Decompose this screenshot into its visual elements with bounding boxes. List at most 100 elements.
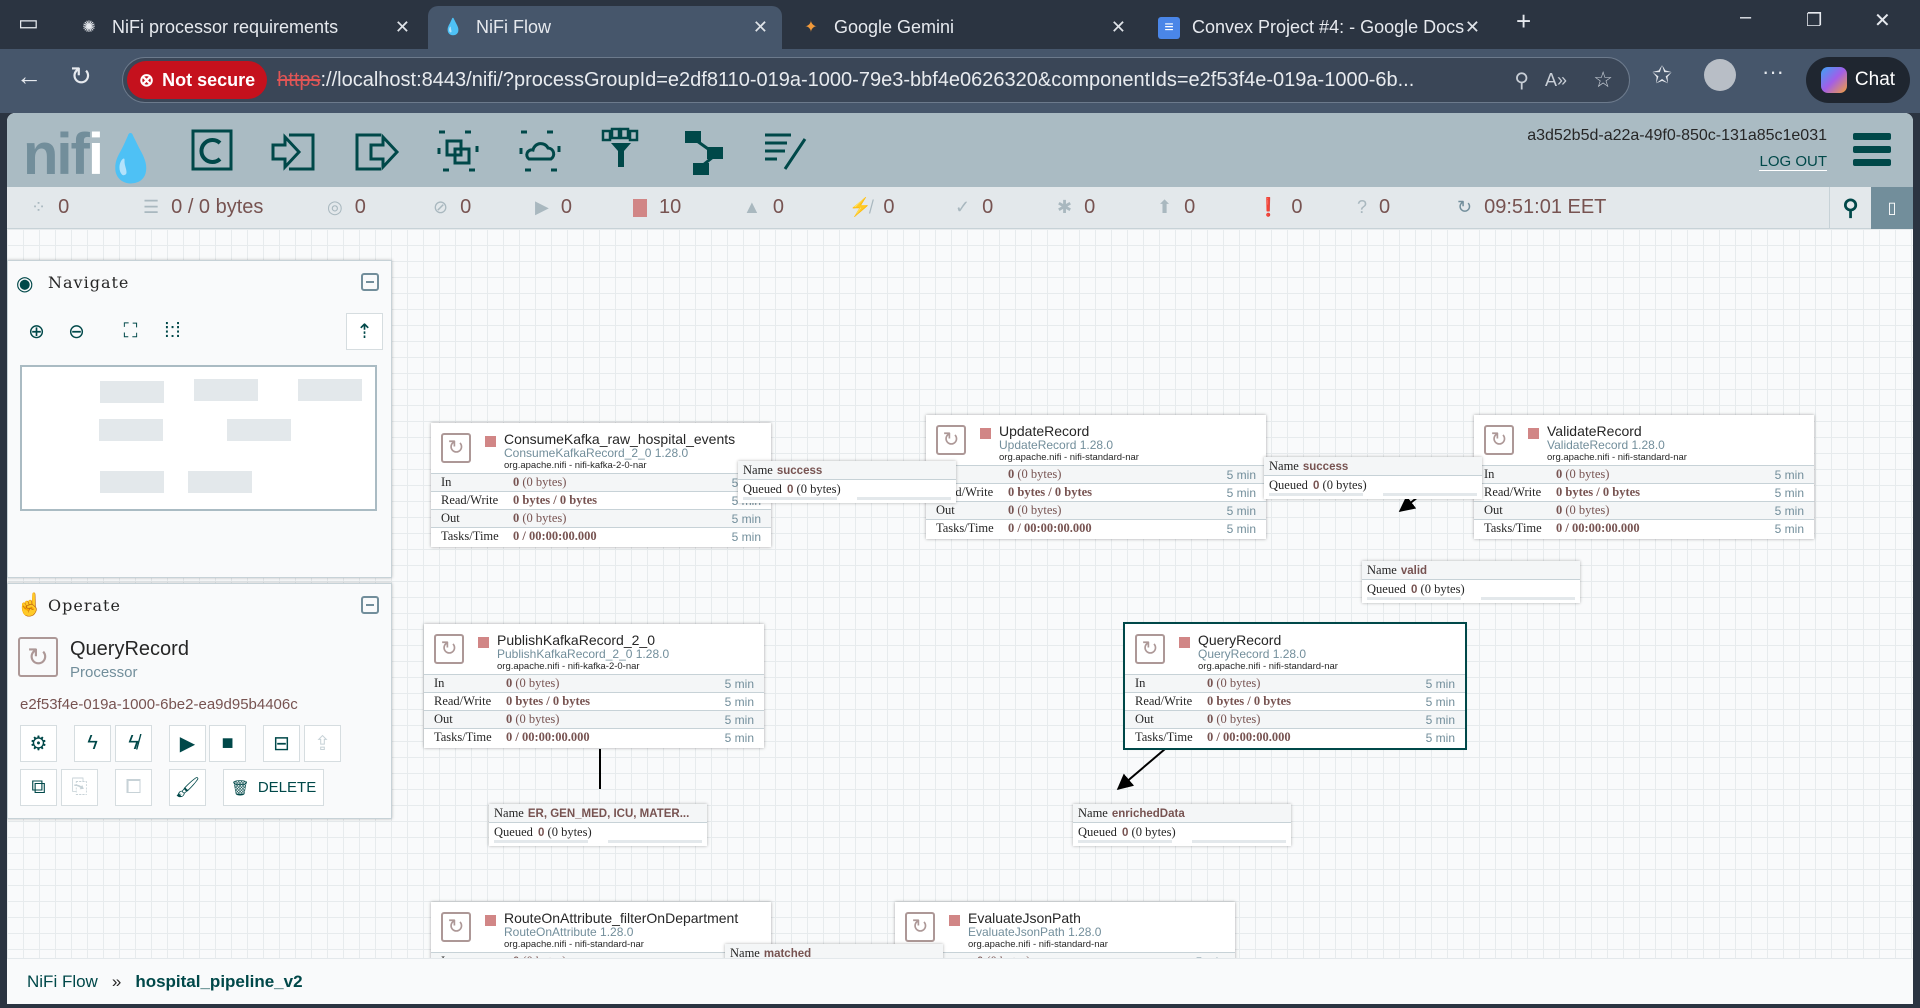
template-tool-icon[interactable] (679, 127, 729, 177)
stat-value: 0 (0 bytes) (513, 511, 732, 526)
queued-label: Queued (743, 482, 782, 496)
stat-label: Tasks/Time (1135, 730, 1193, 744)
close-tab-icon[interactable]: ✕ (1111, 17, 1126, 38)
copy-button[interactable]: ⧉ (20, 769, 57, 806)
name-label: Name (1078, 806, 1108, 820)
output-port-tool-icon[interactable] (351, 127, 401, 177)
copilot-chat-button[interactable]: Chat (1806, 57, 1910, 103)
save-template-icon: ⊟ (273, 733, 290, 755)
fit-icon[interactable]: ⛶ (112, 313, 149, 350)
remote-process-group-tool-icon[interactable] (515, 127, 565, 177)
more-icon[interactable]: ··· (1762, 59, 1784, 85)
stat-value: 0 bytes / 0 bytes (1556, 485, 1775, 500)
restore-icon[interactable]: ❐ (1806, 10, 1822, 31)
create-template-button[interactable]: ⊟ (263, 725, 300, 762)
global-menu-icon[interactable] (1853, 133, 1891, 172)
disabled-icon: ⚡̸ (849, 197, 872, 217)
tab-actions-icon[interactable]: ▭ (18, 10, 39, 36)
tab-nifi-flow[interactable]: 💧 NiFi Flow ✕ (428, 6, 782, 49)
leave-group-icon[interactable]: ⇡ (346, 313, 383, 350)
errors-value: 0 (1291, 196, 1303, 218)
input-port-tool-icon[interactable] (269, 127, 319, 177)
configure-button[interactable]: ⚙ (20, 725, 57, 762)
stat-window: 5 min (1425, 694, 1455, 709)
connection-label[interactable]: Name success Queued 0 (0 bytes) (738, 461, 956, 503)
search-icon[interactable]: ⚲ (1829, 187, 1871, 229)
favorite-star-icon[interactable]: ☆ (1593, 67, 1613, 93)
disable-button[interactable]: ϟ̸ (115, 725, 152, 762)
url-field[interactable]: ⊗ Not secure https://localhost:8443/nifi/… (122, 57, 1630, 103)
name-label: Name (1367, 563, 1397, 577)
profile-avatar[interactable] (1704, 59, 1736, 91)
processor-icon: ↻ (1484, 425, 1514, 455)
processor-tool-icon[interactable] (187, 127, 237, 177)
last-refreshed[interactable]: ↻ 09:51:01 EET (1457, 196, 1606, 219)
queued-count: 0 (787, 484, 794, 496)
stop-button[interactable]: ■ (209, 725, 246, 762)
refresh-icon[interactable]: ↻ (1457, 197, 1472, 218)
zoom-out-icon[interactable]: ⊖ (58, 313, 95, 350)
processor-type: EvaluateJsonPath 1.28.0 (968, 925, 1102, 939)
url-scheme: https (277, 68, 321, 91)
group-button[interactable]: ⧠ (115, 769, 152, 806)
tab-nifi-requirements[interactable]: ✺ NiFi processor requirements ✕ (64, 6, 424, 49)
minimize-icon[interactable]: – (1740, 6, 1751, 29)
close-window-icon[interactable]: ✕ (1874, 8, 1891, 33)
start-button[interactable]: ▶ (169, 725, 206, 762)
back-icon[interactable]: ← (16, 61, 42, 92)
stat-value: 0 (0 bytes) (1207, 676, 1426, 691)
paste-button[interactable]: ⎘ (61, 769, 98, 806)
transmitting-stat: ◎ 0 (327, 196, 366, 219)
paste-icon: ⎘ (71, 776, 88, 798)
queued-label: Queued (1367, 582, 1406, 596)
funnel-tool-icon[interactable] (597, 127, 647, 177)
birdseye-view[interactable] (20, 365, 377, 511)
processor[interactable]: ↻ UpdateRecord UpdateRecord 1.28.0 org.a… (926, 415, 1266, 539)
minimize-navigate-icon[interactable] (361, 273, 379, 291)
running-value: 0 (560, 196, 572, 218)
out-count: 0 (506, 712, 513, 726)
tab-google-docs[interactable]: ≡ Convex Project #4: - Google Docs ✕ (1144, 6, 1494, 49)
connection-label[interactable]: Name valid Queued 0 (0 bytes) (1362, 561, 1580, 603)
url-text[interactable]: https://localhost:8443/nifi/?processGrou… (277, 69, 1527, 92)
process-group-tool-icon[interactable] (433, 127, 483, 177)
zoom-in-icon[interactable]: ⊕ (18, 313, 55, 350)
stat-window: 5 min (724, 712, 754, 727)
processor[interactable]: ↻ ValidateRecord ValidateRecord 1.28.0 o… (1474, 415, 1814, 539)
connection-label[interactable]: Name enrichedData Queued 0 (0 bytes) (1073, 804, 1291, 846)
lightning-slash-icon: ϟ̸ (128, 732, 139, 754)
connection-name: success (1302, 461, 1349, 473)
processor[interactable]: ↻ QueryRecord QueryRecord 1.28.0 org.apa… (1123, 622, 1467, 750)
upload-template-button[interactable]: ⇪ (304, 725, 341, 762)
processor-name: QueryRecord (1198, 632, 1282, 648)
connection-label[interactable]: Name success Queued 0 (0 bytes) (1264, 457, 1482, 499)
tab-google-gemini[interactable]: ✦ Google Gemini ✕ (786, 6, 1140, 49)
close-tab-icon[interactable]: ✕ (395, 17, 410, 38)
color-button[interactable]: 🖌 (169, 769, 206, 806)
close-tab-icon[interactable]: ✕ (1465, 17, 1480, 38)
connection-label[interactable]: Name ER, GEN_MED, ICU, MATER... Queued 0 … (489, 804, 707, 846)
backpressure-bars (494, 840, 702, 843)
reload-icon[interactable]: ↻ (70, 61, 92, 92)
favorites-icon[interactable]: ✩ (1652, 61, 1672, 90)
new-tab-icon[interactable]: + (1516, 6, 1531, 37)
close-tab-icon[interactable]: ✕ (753, 17, 768, 38)
stat-row-read-write: Read/Write0 bytes / 0 bytes5 min (431, 491, 771, 509)
address-bar-row: ← ↻ ⊗ Not secure https://localhost:8443/n… (0, 49, 1920, 113)
zoom-icon[interactable]: ⚲ (1514, 68, 1529, 93)
minimize-operate-icon[interactable] (361, 596, 379, 614)
not-secure-badge[interactable]: ⊗ Not secure (127, 61, 268, 99)
delete-button[interactable]: 🗑 DELETE (223, 769, 324, 806)
bulletin-board-icon[interactable]: ▯ (1871, 187, 1913, 229)
read-aloud-icon[interactable]: A» (1545, 70, 1567, 91)
logout-link[interactable]: LOG OUT (1759, 153, 1827, 171)
in-count: 0 (506, 676, 513, 690)
actual-size-icon[interactable]: ⁞:⁞ (154, 313, 191, 350)
label-tool-icon[interactable] (761, 127, 811, 177)
processor[interactable]: ↻ ConsumeKafka_raw_hospital_events Consu… (431, 423, 771, 547)
enable-button[interactable]: ϟ (74, 725, 111, 762)
breadcrumb-root-link[interactable]: NiFi Flow (27, 972, 98, 992)
processor-icon: ↻ (434, 634, 464, 664)
stat-value: 0 (0 bytes) (1556, 467, 1775, 482)
processor[interactable]: ↻ PublishKafkaRecord_2_0 PublishKafkaRec… (424, 624, 764, 748)
